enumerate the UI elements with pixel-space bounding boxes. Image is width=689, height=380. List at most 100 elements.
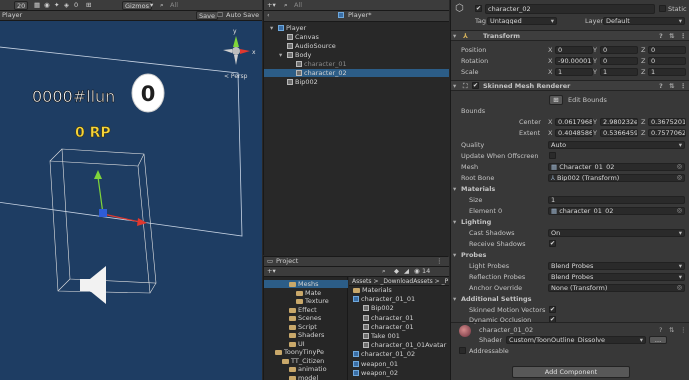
preset-icon[interactable]: ⇅ <box>669 31 674 41</box>
scale-z-field[interactable]: 1 <box>648 68 686 76</box>
project-folder-item[interactable]: model <box>264 374 348 380</box>
mesh-field[interactable]: ▦ Character_01_02 ◎ <box>548 163 685 171</box>
project-folder-item[interactable]: Shaders <box>264 331 348 339</box>
project-file-item[interactable]: character_01 <box>349 323 449 331</box>
filter-type-icon[interactable]: ◆ <box>394 267 399 276</box>
project-folder-item[interactable]: UI <box>264 340 348 348</box>
fx-icon[interactable]: ⊞ <box>86 1 91 10</box>
z-axis-handle[interactable] <box>99 209 107 217</box>
save-button[interactable]: Save <box>196 11 218 20</box>
collapse-arrow-icon[interactable]: ▾ <box>453 81 456 91</box>
project-file-item[interactable]: weapon_02 <box>349 369 449 377</box>
reflection-probes-dropdown[interactable]: Blend Probes <box>548 273 685 281</box>
receive-shadows-checkbox[interactable]: ✔ <box>549 240 556 247</box>
x-axis-handle[interactable] <box>102 213 141 223</box>
object-picker-icon[interactable]: ◎ <box>677 164 682 170</box>
center-x-field[interactable]: 0.0617968 <box>555 118 593 126</box>
center-y-field[interactable]: 2.980232e- <box>600 118 638 126</box>
project-folder-item[interactable]: Mate <box>264 289 348 297</box>
shader-dropdown[interactable]: Custom/ToonOutline_Dissolve <box>506 336 646 344</box>
more-icon[interactable]: ⋮ <box>680 81 687 91</box>
project-file-item[interactable]: Materials <box>349 286 449 294</box>
hierarchy-item[interactable]: character_02 <box>264 69 449 77</box>
probes-foldout-label[interactable]: Probes <box>461 250 486 260</box>
anchor-override-field[interactable]: None (Transform) ◎ <box>548 284 685 292</box>
rotation-y-field[interactable]: 0 <box>600 57 638 65</box>
object-picker-icon[interactable]: ◎ <box>677 175 682 181</box>
rotation-x-field[interactable]: -90.00001 <box>555 57 593 65</box>
hierarchy-item[interactable]: character_01 <box>264 60 449 68</box>
x-arrow-icon[interactable] <box>137 218 147 226</box>
component-enabled-checkbox[interactable]: ✔ <box>472 82 479 89</box>
active-checkbox[interactable]: ✔ <box>475 5 482 12</box>
add-icon[interactable]: +▾ <box>267 1 276 10</box>
object-name-field[interactable]: character_02 <box>485 4 655 14</box>
foldout-arrow-icon[interactable]: ▾ <box>453 294 456 304</box>
add-icon[interactable]: +▾ <box>267 267 276 276</box>
tag-dropdown[interactable]: Untagged <box>487 17 557 25</box>
skinned-mesh-header[interactable]: ▾ ⛶ ✔ Skinned Mesh Renderer ? ⇅ ⋮ <box>451 80 689 91</box>
orientation-gizmo[interactable]: y x < Persp <box>223 28 256 80</box>
skinned-motion-vectors-checkbox[interactable]: ✔ <box>549 306 556 313</box>
project-folder-item[interactable]: Scenes <box>264 314 348 322</box>
grid-icon[interactable]: ▦ <box>34 1 40 10</box>
project-folder-item[interactable]: TT_Citizen <box>264 357 348 365</box>
foldout-arrow-icon[interactable]: ▾ <box>453 250 456 260</box>
project-file-item[interactable]: character_01_01 <box>349 295 449 303</box>
help-icon[interactable]: ? <box>659 325 662 335</box>
static-checkbox[interactable] <box>659 5 666 12</box>
extent-x-field[interactable]: 0.4048586 <box>555 129 593 137</box>
material-header[interactable]: character_01_02 ? ⇅ ⋮ <box>451 322 689 337</box>
project-file-item[interactable]: weapon_01 <box>349 360 449 368</box>
materials-foldout-label[interactable]: Materials <box>461 184 495 194</box>
project-folder-item[interactable]: Texture <box>264 297 348 305</box>
help-icon[interactable]: ? <box>659 31 663 41</box>
lighting-foldout-label[interactable]: Lighting <box>461 217 491 227</box>
audio-toggle-icon[interactable]: ◈ <box>64 1 69 10</box>
quality-dropdown[interactable]: Auto <box>548 141 685 149</box>
expand-arrow-icon[interactable]: ▾ <box>279 51 282 59</box>
y-arrow-icon[interactable] <box>94 170 102 179</box>
preset-icon[interactable]: ⇅ <box>669 325 674 335</box>
object-picker-icon[interactable]: ◎ <box>677 208 682 214</box>
cast-shadows-dropdown[interactable]: On <box>548 229 685 237</box>
scale-y-field[interactable]: 1 <box>600 68 638 76</box>
edit-bounds-button[interactable]: ⊞ <box>549 95 563 105</box>
hierarchy-search-input[interactable]: All <box>294 1 302 10</box>
scene-search-input[interactable]: All <box>170 1 178 10</box>
size-field[interactable]: 1 <box>548 196 685 204</box>
project-folder-item[interactable]: ToonyTinyPe <box>264 348 348 356</box>
project-folder-item[interactable]: Meshs <box>264 280 348 288</box>
more-icon[interactable]: ⋮ <box>436 257 443 266</box>
visibility-icon[interactable]: ◉ <box>44 1 50 10</box>
element0-field[interactable]: ▦ character_01_02 ◎ <box>548 207 685 215</box>
center-z-field[interactable]: 0.3675201 <box>648 118 686 126</box>
scene-visibility-count[interactable]: 0 <box>74 1 78 10</box>
foldout-arrow-icon[interactable]: ▾ <box>453 217 456 227</box>
hierarchy-item[interactable]: ▾ Player <box>264 24 449 32</box>
more-icon[interactable]: ⋮ <box>680 325 687 335</box>
gizmos-arrow-icon[interactable]: ▾ <box>150 1 153 10</box>
project-file-item[interactable]: character_01_01Avatar <box>349 341 449 349</box>
back-arrow-icon[interactable]: ‹ <box>267 11 270 20</box>
project-file-item[interactable]: Take 001 <box>349 332 449 340</box>
project-file-item[interactable]: character_01_02 <box>349 350 449 358</box>
breadcrumb-item[interactable]: Assets <box>352 278 372 285</box>
position-z-field[interactable]: 0 <box>648 46 686 54</box>
hierarchy-item[interactable]: Canvas <box>264 33 449 41</box>
scene-view[interactable]: 20 ▦ ◉ ✦ ◈ 0 ⊞ Gizmos ▾ ⌕ All Player Sav… <box>0 0 262 380</box>
audio-source-icon[interactable] <box>80 266 106 304</box>
effects-icon[interactable]: ✦ <box>54 1 59 10</box>
object-picker-icon[interactable]: ◎ <box>677 285 682 291</box>
add-component-button[interactable]: Add Component <box>512 366 630 378</box>
preset-icon[interactable]: ⇅ <box>669 81 674 91</box>
breadcrumb-item[interactable]: _P <box>442 278 449 285</box>
collapse-arrow-icon[interactable]: ▾ <box>453 31 456 41</box>
auto-save-checkbox[interactable]: ☐ <box>217 11 223 20</box>
transform-header[interactable]: ▾ ⅄ Transform ? ⇅ ⋮ <box>451 30 689 41</box>
hierarchy-item[interactable]: Bip002 <box>264 78 449 86</box>
project-file-item[interactable]: Bip002 <box>349 304 449 312</box>
additional-settings-foldout-label[interactable]: Additional Settings <box>461 294 532 304</box>
position-y-field[interactable]: 0 <box>600 46 638 54</box>
extent-y-field[interactable]: 0.5366459 <box>600 129 638 137</box>
